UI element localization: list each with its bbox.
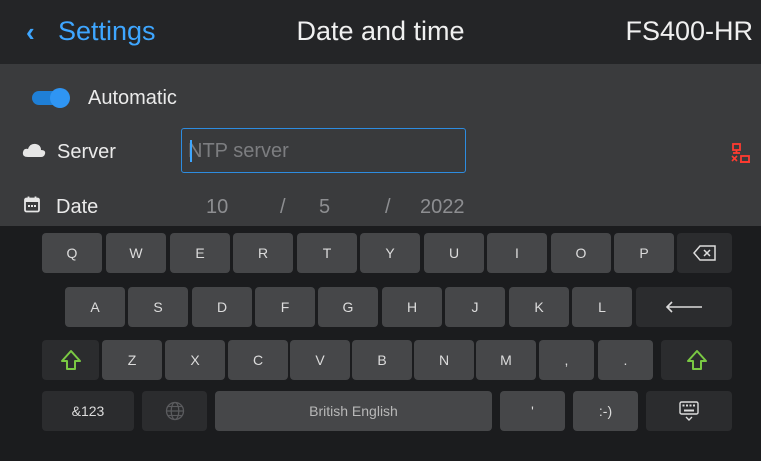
device-name: FS400-HR [625,16,753,46]
header-bar: ‹ Settings Date and time FS400-HR [0,0,761,64]
key-g[interactable]: G [318,287,378,327]
key-i[interactable]: I [487,233,547,273]
shift-key-right[interactable] [661,340,732,380]
globe-icon [165,401,184,421]
ntp-server-field[interactable] [181,128,466,173]
symbols-key[interactable]: &123 [42,391,134,431]
apostrophe-key[interactable]: ' [500,391,565,431]
space-key[interactable]: British English [215,391,492,431]
key-period[interactable]: . [598,340,653,380]
key-l[interactable]: L [572,287,632,327]
key-a[interactable]: A [65,287,125,327]
toggle-knob[interactable] [50,88,70,108]
date-month[interactable]: 5 [319,196,330,219]
key-s[interactable]: S [128,287,188,327]
key-t[interactable]: T [297,233,357,273]
key-w[interactable]: W [106,233,166,273]
key-j[interactable]: J [445,287,505,327]
date-day[interactable]: 10 [206,196,228,219]
hide-keyboard-key[interactable] [646,391,732,431]
key-x[interactable]: X [165,340,225,380]
enter-icon [665,301,702,313]
key-q[interactable]: Q [42,233,102,273]
calendar-icon [24,196,40,213]
backspace-key[interactable] [677,233,732,273]
key-c[interactable]: C [228,340,288,380]
key-m[interactable]: M [476,340,536,380]
key-n[interactable]: N [414,340,474,380]
cloud-icon [22,143,46,157]
key-comma[interactable]: , [539,340,594,380]
key-k[interactable]: K [509,287,569,327]
automatic-label: Automatic [88,87,177,109]
key-z[interactable]: Z [102,340,162,380]
shift-icon [60,350,81,370]
key-y[interactable]: Y [360,233,420,273]
server-label: Server [57,141,116,163]
shift-key-left[interactable] [42,340,99,380]
shift-icon [686,350,707,370]
date-separator: / [280,196,286,218]
key-h[interactable]: H [382,287,442,327]
key-b[interactable]: B [352,340,412,380]
key-r[interactable]: R [233,233,293,273]
enter-key[interactable] [636,287,732,327]
network-disconnected-icon [731,143,750,163]
key-f[interactable]: F [255,287,315,327]
date-label: Date [56,196,99,218]
key-v[interactable]: V [290,340,350,380]
key-o[interactable]: O [551,233,611,273]
key-u[interactable]: U [424,233,484,273]
key-p[interactable]: P [614,233,674,273]
backspace-icon [692,245,716,261]
keyboard-hide-icon [679,401,699,421]
text-caret [190,140,192,162]
date-separator: / [385,196,391,218]
key-d[interactable]: D [192,287,252,327]
language-switch-key[interactable] [142,391,207,431]
smiley-key[interactable]: :-) [573,391,638,431]
ntp-server-input[interactable] [188,139,458,163]
key-e[interactable]: E [170,233,230,273]
date-year[interactable]: 2022 [420,196,465,219]
